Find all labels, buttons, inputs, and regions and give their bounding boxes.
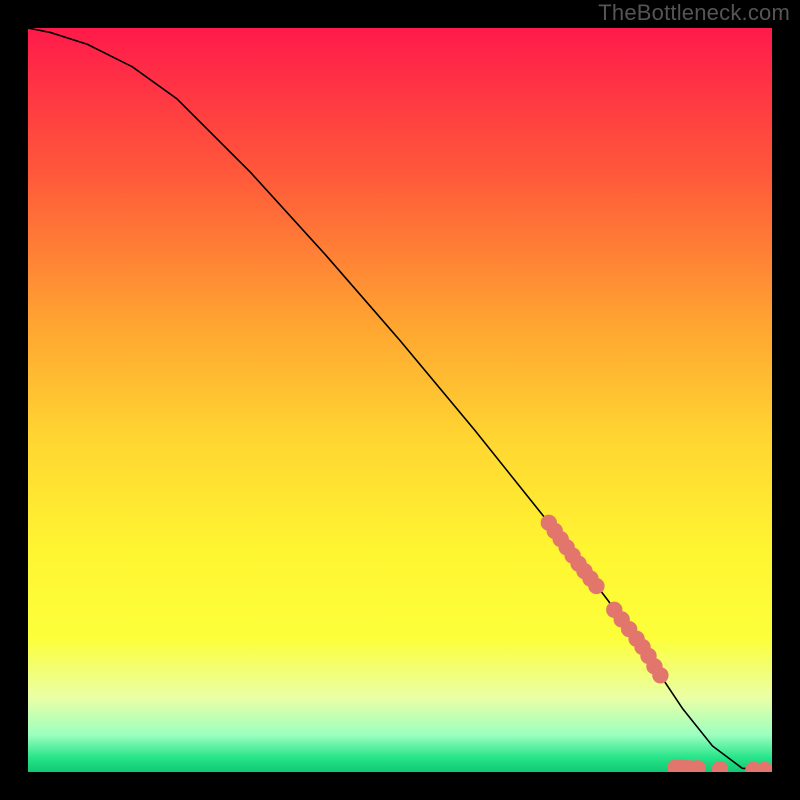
chart-container [28, 28, 772, 772]
marker-point [588, 578, 604, 594]
marker-point [652, 667, 668, 683]
watermark-text: TheBottleneck.com [598, 0, 790, 26]
chart-svg [28, 28, 772, 772]
gradient-background [28, 28, 772, 772]
